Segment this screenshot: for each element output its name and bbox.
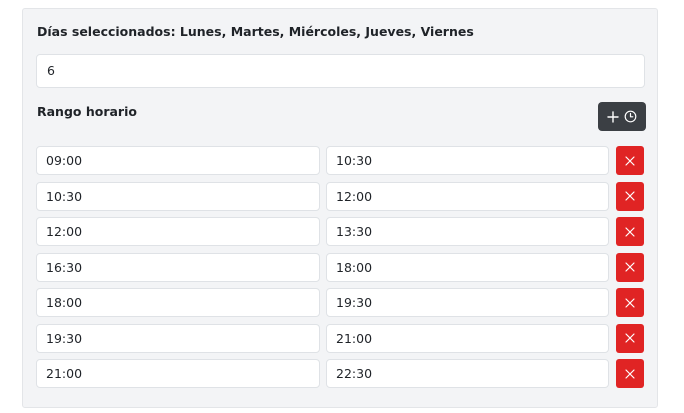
clock-icon [624,110,637,123]
close-icon [625,297,635,308]
start-time-input[interactable]: 12:00 [36,217,320,246]
delete-row-button[interactable] [616,359,644,388]
end-time-input[interactable]: 21:00 [326,323,609,353]
start-time-input[interactable]: 16:30 [36,252,320,282]
time-range-row: 18:00 19:30 [36,288,646,317]
end-time-input[interactable]: 13:30 [326,217,609,246]
start-time-input[interactable]: 19:30 [36,323,320,353]
time-range-label: Rango horario [37,104,137,119]
delete-row-button[interactable] [616,252,644,282]
delete-row-button[interactable] [616,288,644,317]
end-time-input[interactable]: 22:30 [326,359,609,388]
delete-row-button[interactable] [616,146,644,175]
time-range-row: 19:30 21:00 [36,323,646,353]
close-icon [625,368,635,379]
delete-row-button[interactable] [616,181,644,211]
delete-row-button[interactable] [616,323,644,353]
start-time-input[interactable]: 21:00 [36,359,320,388]
close-icon [625,191,635,201]
close-icon [625,262,635,272]
time-range-list: 09:00 10:30 10:30 12:00 12:00 13:30 16:30 18:00… [36,146,646,395]
close-icon [625,155,635,166]
plus-icon [607,110,619,123]
end-time-input[interactable]: 12:00 [326,181,609,211]
add-time-range-button[interactable] [598,102,646,131]
end-time-input[interactable]: 18:00 [326,252,609,282]
start-time-input[interactable]: 10:30 [36,181,320,211]
time-range-row: 21:00 22:30 [36,359,646,388]
close-icon [625,226,635,237]
time-range-row: 10:30 12:00 [36,181,646,211]
end-time-input[interactable]: 10:30 [326,146,609,175]
close-icon [625,333,635,343]
time-range-row: 16:30 18:00 [36,252,646,282]
time-range-row: 09:00 10:30 [36,146,646,175]
end-time-input[interactable]: 19:30 [326,288,609,317]
time-range-row: 12:00 13:30 [36,217,646,246]
delete-row-button[interactable] [616,217,644,246]
selected-days-label: Días seleccionados: Lunes, Martes, Miérc… [37,24,474,39]
start-time-input[interactable]: 18:00 [36,288,320,317]
start-time-input[interactable]: 09:00 [36,146,320,175]
count-input[interactable]: 6 [36,54,645,88]
schedule-panel: Días seleccionados: Lunes, Martes, Miérc… [22,8,658,408]
